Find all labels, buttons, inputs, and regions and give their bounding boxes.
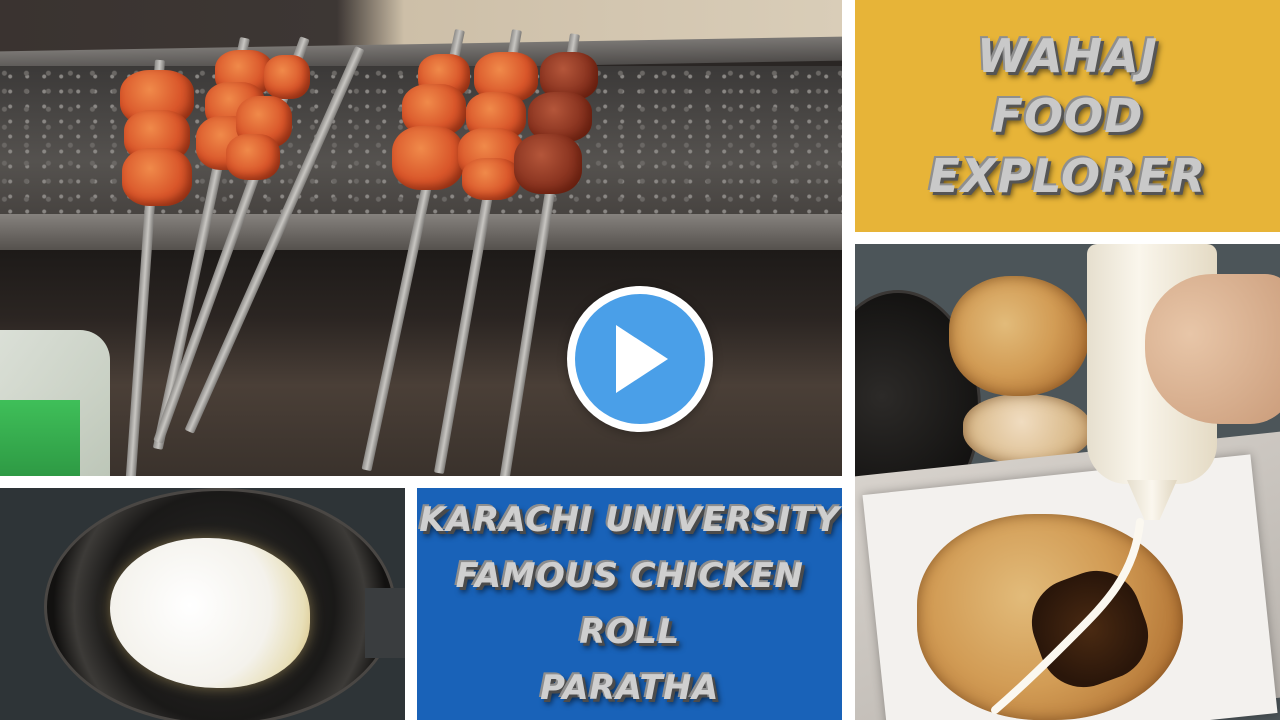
video-title-line2: FAMOUS CHICKEN ROLL [455, 556, 804, 652]
chicken-piece [122, 148, 192, 206]
channel-name-line2: FOOD [991, 89, 1144, 143]
chicken-piece [392, 126, 464, 190]
grill-base [0, 250, 842, 476]
wok-handle [365, 588, 405, 658]
channel-name-line1: WAHAJ [977, 29, 1158, 83]
video-title: KARACHI UNIVERSITY FAMOUS CHICKEN ROLL P… [417, 492, 842, 716]
mayo-drizzle [991, 518, 1144, 714]
chicken-piece [226, 134, 280, 180]
wok-frying-photo [0, 488, 405, 720]
stacked-paratha [949, 276, 1089, 396]
video-title-line1: KARACHI UNIVERSITY [419, 500, 840, 540]
video-title-card: KARACHI UNIVERSITY FAMOUS CHICKEN ROLL P… [417, 488, 842, 720]
green-bag [0, 400, 80, 476]
play-icon [616, 325, 668, 393]
channel-title-card: WAHAJ FOOD EXPLORER [855, 0, 1280, 232]
channel-name: WAHAJ FOOD EXPLORER [929, 26, 1207, 206]
chicken-piece [514, 134, 582, 194]
grill-skewers-photo[interactable] [0, 0, 842, 476]
paratha-mayo-photo [855, 244, 1280, 720]
video-title-line3: PARATHA [540, 668, 719, 708]
channel-name-line3: EXPLORER [928, 149, 1207, 203]
play-button[interactable] [567, 286, 713, 432]
chicken-piece [264, 55, 310, 99]
chicken-piece [462, 158, 520, 200]
